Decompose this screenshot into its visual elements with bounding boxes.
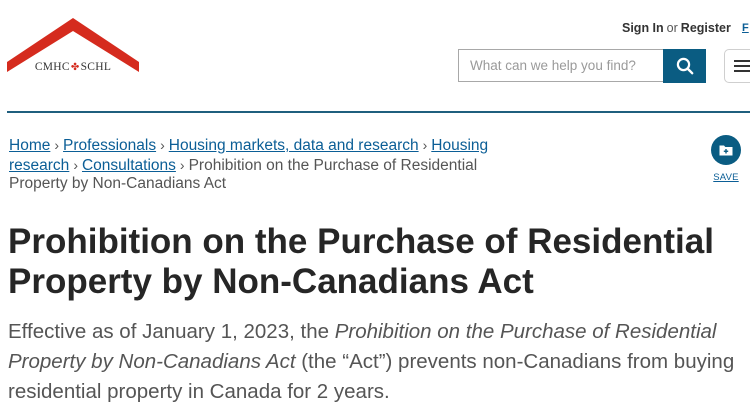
logo-text-cmhc: CMHC: [34, 61, 70, 73]
breadcrumb-current: Prohibition on the Purchase of Residenti…: [9, 156, 478, 193]
cmhc-logo[interactable]: CMHC✤SCHL: [7, 16, 139, 76]
breadcrumb-home[interactable]: Home: [9, 137, 50, 154]
intro-paragraph: Effective as of January 1, 2023, the Pro…: [8, 317, 748, 407]
chevron-right-icon: ›: [73, 156, 78, 173]
folder-save-icon: [719, 145, 733, 156]
chevron-right-icon: ›: [179, 156, 185, 173]
register-link[interactable]: Register: [681, 21, 731, 35]
save-icon-circle[interactable]: [711, 135, 741, 165]
maple-leaf-icon: ✤: [70, 62, 80, 73]
or-text: or: [666, 21, 678, 35]
sign-in-link[interactable]: Sign In: [622, 21, 664, 35]
intro-prefix: Effective as of January 1, 2023, the: [8, 320, 329, 343]
menu-button[interactable]: [724, 49, 750, 83]
breadcrumb-consultations[interactable]: Consultations: [82, 157, 176, 174]
logo-text-schl: SCHL: [80, 61, 112, 73]
save-label[interactable]: SAVE: [709, 172, 743, 183]
language-toggle-link[interactable]: F: [742, 22, 749, 34]
logo-wordmark: CMHC✤SCHL: [8, 61, 138, 73]
breadcrumb-housing-markets[interactable]: Housing markets, data and research: [169, 137, 419, 154]
chevron-right-icon: ›: [422, 137, 428, 153]
breadcrumb-professionals[interactable]: Professionals: [63, 137, 156, 154]
header-divider: [7, 111, 750, 113]
save-button[interactable]: SAVE: [709, 135, 743, 183]
site-header: CMHC✤SCHL Sign In or Register F: [0, 0, 750, 113]
chevron-right-icon: ›: [54, 137, 60, 153]
chevron-right-icon: ›: [160, 137, 165, 153]
account-links: Sign In or Register: [622, 21, 731, 35]
search-button[interactable]: [663, 49, 706, 83]
breadcrumb: Home › Professionals › Housing markets, data…: [9, 136, 529, 194]
page-title: Prohibition on the Purchase of Residenti…: [8, 222, 714, 301]
search-icon: [676, 57, 693, 75]
search-input[interactable]: [458, 49, 663, 82]
hamburger-menu-icon: [734, 60, 750, 72]
